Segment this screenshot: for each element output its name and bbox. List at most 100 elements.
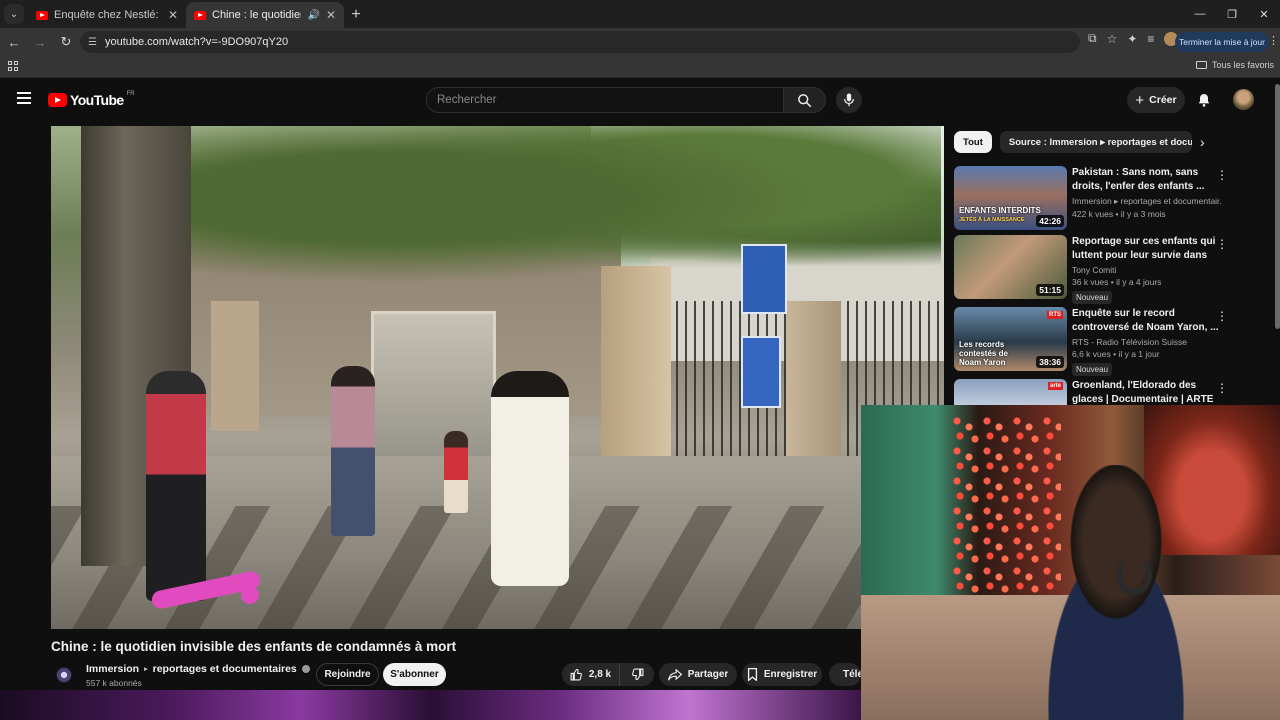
webcam-person (1011, 465, 1221, 720)
close-icon[interactable]: ✕ (326, 8, 336, 22)
restore-icon[interactable]: ❐ (1216, 0, 1248, 28)
url-field[interactable]: ☰ youtube.com/watch?v=-9DO907qY20 (80, 31, 1080, 53)
extensions-icon[interactable]: ✦ (1127, 32, 1137, 46)
video-thumbnail[interactable]: ENFANTS INTERDITS JETÉS À LA NAISSANCE 4… (954, 166, 1067, 230)
recommendation-meta: Reportage sur ces enfants qui luttent po… (1072, 235, 1222, 305)
filter-chips: Tout Source : Immersion ▸ reportages et … (954, 131, 1192, 153)
subscribe-button[interactable]: S'abonner (383, 663, 446, 686)
chip-source[interactable]: Source : Immersion ▸ reportages et docum… (999, 131, 1192, 153)
recommendation-item[interactable]: ENFANTS INTERDITS JETÉS À LA NAISSANCE 4… (954, 166, 1264, 232)
browser-menu-icon[interactable]: ⋮ (1268, 34, 1279, 47)
all-bookmarks-button[interactable]: Tous les favoris (1195, 60, 1274, 70)
channel-avatar[interactable] (56, 667, 72, 683)
minimize-icon[interactable]: — (1184, 0, 1216, 28)
video-frame-person (491, 371, 569, 586)
download-label: Télécharger (843, 669, 861, 680)
browser-tab-1[interactable]: Enquête chez Nestlé: le scandale ✕ (28, 2, 186, 28)
notifications-bell-icon[interactable] (1196, 92, 1212, 108)
video-frame-sign (741, 336, 781, 408)
share-label: Partager (687, 669, 729, 680)
more-options-icon[interactable]: ⋮ (1216, 237, 1228, 251)
search-button[interactable] (784, 87, 826, 113)
video-title: Chine : le quotidien invisible des enfan… (51, 639, 457, 654)
chevron-right-icon[interactable]: › (1200, 134, 1205, 150)
video-thumbnail[interactable]: RTS Les records contestés de Noam Yaron … (954, 307, 1067, 371)
recommendation-item[interactable]: RTS Les records contestés de Noam Yaron … (954, 307, 1264, 376)
recommendation-channel[interactable]: RTS - Radio Télévision Suisse (1072, 337, 1222, 347)
new-badge: Nouveau (1072, 363, 1113, 376)
recommendation-title[interactable]: Reportage sur ces enfants qui luttent po… (1072, 235, 1222, 262)
like-button[interactable]: 2,8 k (562, 663, 620, 686)
like-dislike-group: 2,8 k (562, 663, 654, 686)
thumbs-down-icon (631, 668, 643, 680)
share-button[interactable]: Partager (659, 663, 737, 686)
new-tab-button[interactable]: + (344, 3, 368, 27)
more-options-icon[interactable]: ⋮ (1216, 309, 1228, 323)
new-badge: Nouveau (1072, 291, 1113, 304)
duration-badge: 42:26 (1036, 215, 1064, 227)
video-thumbnail[interactable]: arte (954, 379, 1067, 405)
create-button[interactable]: + Créer (1127, 87, 1185, 113)
video-frame-sign (741, 244, 787, 314)
video-frame-person (331, 366, 375, 536)
tab-search-button[interactable]: ⌄ (4, 4, 24, 24)
save-button[interactable]: Enregistrer (742, 663, 822, 686)
bookmark-star-icon[interactable]: ☆ (1107, 32, 1118, 46)
search-icon (798, 93, 812, 107)
bottom-banner-image (0, 690, 861, 720)
all-bookmarks-label: Tous les favoris (1211, 60, 1274, 70)
join-button[interactable]: Rejoindre (316, 663, 379, 686)
site-info-icon[interactable]: ☰ (88, 37, 97, 48)
chevron-down-icon: ⌄ (9, 8, 19, 20)
create-label: Créer (1149, 94, 1177, 106)
thumbnail-text: Les records contestés de Noam Yaron (959, 340, 1008, 367)
page-scrollbar[interactable] (1275, 84, 1280, 329)
account-avatar[interactable] (1233, 89, 1254, 110)
back-button[interactable]: ← (2, 30, 26, 54)
more-options-icon[interactable]: ⋮ (1216, 168, 1228, 182)
download-button[interactable]: Télécharger (829, 663, 861, 686)
youtube-logo[interactable]: YouTube FR (48, 91, 135, 108)
recommendation-channel[interactable]: Tony Comiti (1072, 265, 1222, 275)
like-count: 2,8 k (588, 669, 612, 680)
recommendation-stats: 36 k vues • il y a 4 jours (1072, 277, 1162, 287)
recommendation-title[interactable]: Groenland, l'Eldorado des glaces | Docum… (1072, 379, 1222, 405)
close-icon[interactable]: ✕ (168, 8, 178, 22)
more-options-icon[interactable]: ⋮ (1216, 381, 1228, 395)
video-player[interactable] (51, 126, 944, 629)
recommendation-title[interactable]: Pakistan : Sans nom, sans droits, l'enfe… (1072, 166, 1222, 193)
chip-all[interactable]: Tout (954, 131, 992, 153)
forward-button[interactable]: → (28, 30, 52, 54)
logo-text: YouTube (70, 92, 124, 108)
channel-name-text: Immersion (86, 663, 140, 675)
close-window-icon[interactable]: ✕ (1248, 0, 1280, 28)
dislike-button[interactable] (620, 663, 654, 686)
apps-grid-icon[interactable] (8, 61, 18, 71)
microphone-icon (843, 93, 855, 107)
browser-tab-2[interactable]: Chine : le quotidien invisible 🔊 ✕ (186, 2, 344, 28)
recommendation-title[interactable]: Enquête sur le record controversé de Noa… (1072, 307, 1222, 334)
thumbnail-text: ENFANTS INTERDITS (959, 206, 1041, 215)
install-app-icon[interactable]: ⧉ (1088, 31, 1097, 46)
menu-icon[interactable] (17, 92, 31, 104)
video-thumbnail[interactable]: 51:15 (954, 235, 1067, 299)
search-input[interactable]: Rechercher (426, 87, 784, 113)
youtube-play-icon (48, 93, 67, 107)
youtube-header: YouTube FR Rechercher + Créer (0, 78, 1280, 122)
youtube-favicon-icon (194, 10, 206, 20)
reading-list-icon[interactable]: ≡ (1147, 32, 1154, 46)
speaker-icon[interactable]: 🔊 (307, 10, 319, 21)
reload-button[interactable]: ↻ (54, 30, 78, 54)
voice-search-button[interactable] (836, 87, 862, 113)
recommendation-channel[interactable]: Immersion ▸ reportages et documentair... (1072, 196, 1222, 207)
youtube-favicon-icon (36, 10, 48, 20)
channel-name[interactable]: Immersion ▸ reportages et documentaires (86, 663, 310, 675)
folder-icon (1195, 61, 1207, 69)
recommendation-item[interactable]: 51:15 Reportage sur ces enfants qui lutt… (954, 235, 1264, 304)
update-button[interactable]: Terminer la mise à jour (1175, 32, 1269, 52)
browser-tab-bar: ⌄ Enquête chez Nestlé: le scandale ✕ Chi… (0, 0, 1280, 28)
video-frame-pillar (211, 301, 259, 431)
recommendation-meta: Pakistan : Sans nom, sans droits, l'enfe… (1072, 166, 1222, 219)
recommendation-item[interactable]: arte Groenland, l'Eldorado des glaces | … (954, 379, 1264, 405)
recommendation-meta: Enquête sur le record controversé de Noa… (1072, 307, 1222, 377)
